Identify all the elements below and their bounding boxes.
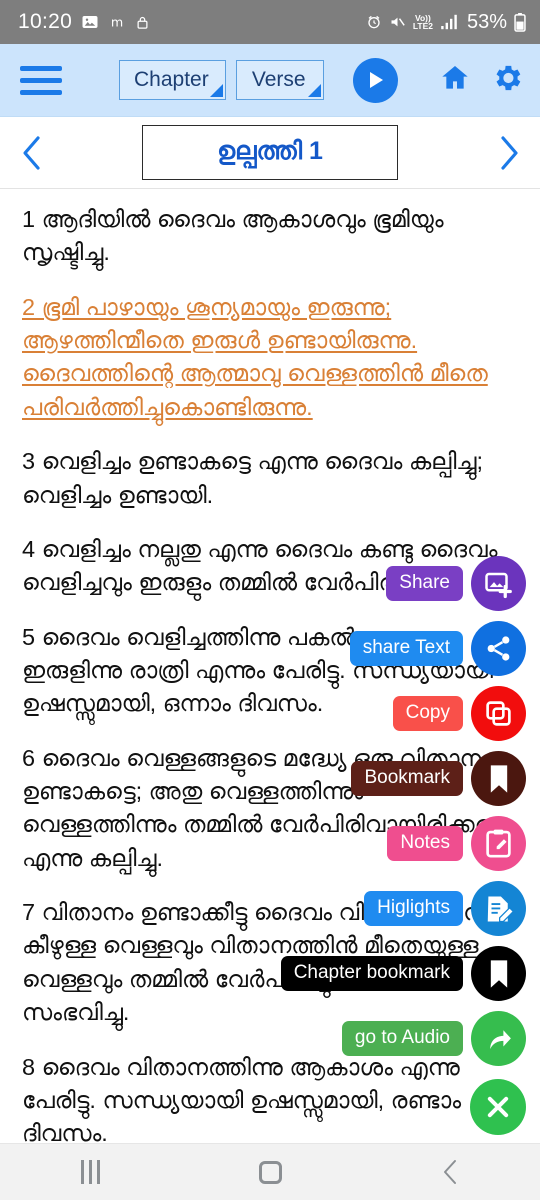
fab-row-go-to-audio: go to Audio bbox=[341, 1011, 526, 1066]
fab-label-go-to-audio[interactable]: go to Audio bbox=[341, 1020, 463, 1057]
fab-label-share[interactable]: Share bbox=[386, 565, 463, 602]
chapter-spinner-label: Chapter bbox=[134, 68, 209, 91]
selector-group: Chapter Verse bbox=[119, 60, 324, 100]
lock-icon bbox=[135, 14, 150, 31]
home-button[interactable] bbox=[438, 62, 472, 99]
verse-2[interactable]: 2 ഭൂമി പാഴായും ശൂന്യമായും ഇരുന്നു; ആഴത്ത… bbox=[22, 291, 520, 424]
fab-button-copy[interactable] bbox=[471, 686, 526, 741]
fab-row-share-text: share Text bbox=[349, 621, 526, 676]
play-icon bbox=[369, 72, 383, 88]
verse-spinner-label: Verse bbox=[251, 68, 306, 91]
previous-chapter-button[interactable] bbox=[18, 133, 44, 173]
fab-label-bookmark[interactable]: Bookmark bbox=[351, 760, 463, 797]
fab-button-higlights[interactable] bbox=[471, 881, 526, 936]
recents-icon bbox=[80, 1160, 100, 1184]
hamburger-menu-icon[interactable] bbox=[20, 65, 62, 95]
home-icon bbox=[442, 65, 468, 89]
fab-row-share: Share bbox=[386, 556, 526, 611]
fab-button-chapter-bookmark[interactable] bbox=[471, 946, 526, 1001]
copy-icon bbox=[484, 699, 513, 728]
battery-icon bbox=[514, 12, 526, 32]
share-network-icon bbox=[484, 634, 513, 663]
status-bar-clock: 10:20 bbox=[18, 10, 73, 33]
close-icon bbox=[484, 1093, 512, 1121]
chapter-spinner[interactable]: Chapter bbox=[119, 60, 226, 100]
home-square-icon bbox=[258, 1160, 282, 1184]
chapter-title-button[interactable]: ഉല്പത്തി 1 bbox=[142, 125, 398, 180]
bookmark-icon bbox=[487, 764, 511, 794]
chevron-right-icon bbox=[501, 135, 518, 170]
verse-1[interactable]: 1 ആദിയിൽ ദൈവം ആകാശവും ഭൂമിയും സൃഷ്ടിച്ചു… bbox=[22, 203, 520, 270]
chevron-left-icon bbox=[23, 135, 40, 170]
fab-button-share[interactable] bbox=[471, 556, 526, 611]
fab-row-close bbox=[470, 1079, 526, 1135]
volte-icon: Vo)) LTE2 bbox=[412, 12, 433, 31]
fab-label-chapter-bookmark[interactable]: Chapter bookmark bbox=[280, 955, 463, 992]
fab-row-chapter-bookmark: Chapter bookmark bbox=[280, 946, 526, 1001]
status-bar-right: Vo)) LTE2 53% bbox=[366, 11, 526, 34]
fab-label-higlights[interactable]: Higlights bbox=[364, 890, 463, 927]
fab-label-share-text[interactable]: share Text bbox=[349, 630, 463, 667]
fab-label-notes[interactable]: Notes bbox=[387, 825, 463, 862]
android-status-bar: 10:20 m Vo)) LTE2 53% bbox=[0, 0, 540, 44]
note-edit-icon bbox=[485, 829, 512, 858]
fab-button-share-text[interactable] bbox=[471, 621, 526, 676]
fab-button-bookmark[interactable] bbox=[471, 751, 526, 806]
mute-icon bbox=[389, 14, 406, 30]
image-add-icon bbox=[484, 569, 514, 599]
app-screen: 10:20 m Vo)) LTE2 53% Chapter Verse ഉല്പ… bbox=[0, 0, 540, 1200]
page-title: ഉല്പത്തി 1 bbox=[217, 137, 323, 165]
svg-text:m: m bbox=[111, 15, 123, 30]
recents-button[interactable] bbox=[30, 1160, 150, 1184]
bookmark-icon bbox=[487, 959, 511, 989]
arrow-forward-icon bbox=[484, 1024, 514, 1054]
status-bar-left: 10:20 m bbox=[18, 10, 150, 34]
fab-label-copy[interactable]: Copy bbox=[392, 695, 463, 732]
next-chapter-button[interactable] bbox=[496, 133, 522, 173]
m-app-icon: m bbox=[108, 14, 126, 30]
signal-icon bbox=[440, 14, 460, 30]
fab-row-higlights: Higlights bbox=[364, 881, 526, 936]
floating-action-menu: Share share Text Copy Bookmark Notes Higlight… bbox=[280, 556, 526, 1135]
alarm-icon bbox=[366, 14, 382, 30]
settings-button[interactable] bbox=[490, 61, 524, 100]
fab-row-bookmark: Bookmark bbox=[351, 751, 526, 806]
play-button[interactable] bbox=[353, 57, 398, 103]
fab-button-notes[interactable] bbox=[471, 816, 526, 871]
verse-spinner[interactable]: Verse bbox=[235, 60, 324, 100]
toolbar-actions bbox=[353, 57, 524, 103]
back-nav-button[interactable] bbox=[390, 1159, 510, 1185]
verse-3[interactable]: 3 വെളിച്ചം ഉണ്ടാകട്ടെ എന്നു ദൈവം കല്പിച്… bbox=[22, 445, 520, 512]
back-chevron-icon bbox=[443, 1160, 456, 1184]
battery-percent-label: 53% bbox=[466, 10, 507, 33]
fab-row-notes: Notes bbox=[387, 816, 526, 871]
gear-icon bbox=[496, 65, 521, 90]
fab-close-button[interactable] bbox=[470, 1079, 526, 1135]
chapter-navigation-bar: ഉല്പത്തി 1 bbox=[0, 117, 540, 189]
fab-row-copy: Copy bbox=[392, 686, 526, 741]
highlight-edit-icon bbox=[484, 894, 514, 924]
app-toolbar: Chapter Verse bbox=[0, 44, 540, 117]
android-navigation-bar bbox=[0, 1143, 540, 1200]
home-nav-button[interactable] bbox=[210, 1160, 330, 1184]
photo-icon bbox=[81, 13, 99, 31]
fab-button-go-to-audio[interactable] bbox=[471, 1011, 526, 1066]
